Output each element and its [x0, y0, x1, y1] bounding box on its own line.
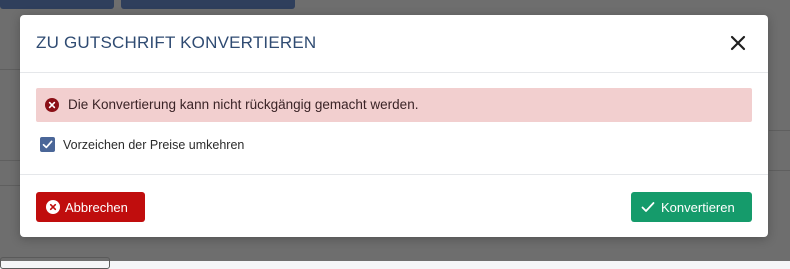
background-divider	[0, 160, 21, 161]
background-button	[121, 0, 295, 9]
warning-alert: Die Konvertierung kann nicht rückgängig …	[36, 88, 752, 122]
close-button[interactable]	[727, 32, 749, 54]
error-circle-icon	[45, 98, 59, 112]
reverse-prices-checkbox[interactable]	[40, 137, 55, 152]
background-divider	[769, 170, 790, 171]
dialog-title: ZU GUTSCHRIFT KONVERTIEREN	[36, 33, 317, 52]
background-divider	[0, 69, 21, 70]
checkmark-icon	[42, 140, 53, 149]
background-button	[0, 0, 114, 9]
dialog-footer: Abbrechen Konvertieren	[20, 174, 768, 238]
background-divider	[0, 185, 21, 186]
cancel-button-label: Abbrechen	[65, 200, 128, 215]
convert-button-label: Konvertieren	[661, 200, 735, 215]
background-divider	[769, 130, 790, 131]
check-icon	[641, 202, 655, 212]
convert-button[interactable]: Konvertieren	[631, 192, 752, 222]
convert-dialog: ZU GUTSCHRIFT KONVERTIEREN Die Konvertie…	[20, 15, 768, 237]
background-field	[0, 257, 110, 269]
checkbox-label[interactable]: Vorzeichen der Preise umkehren	[63, 138, 244, 152]
cancel-button[interactable]: Abbrechen	[36, 192, 145, 222]
close-icon	[730, 35, 746, 51]
alert-message: Die Konvertierung kann nicht rückgängig …	[68, 97, 419, 112]
dialog-header: ZU GUTSCHRIFT KONVERTIEREN	[20, 15, 768, 73]
cancel-circle-icon	[46, 200, 60, 214]
